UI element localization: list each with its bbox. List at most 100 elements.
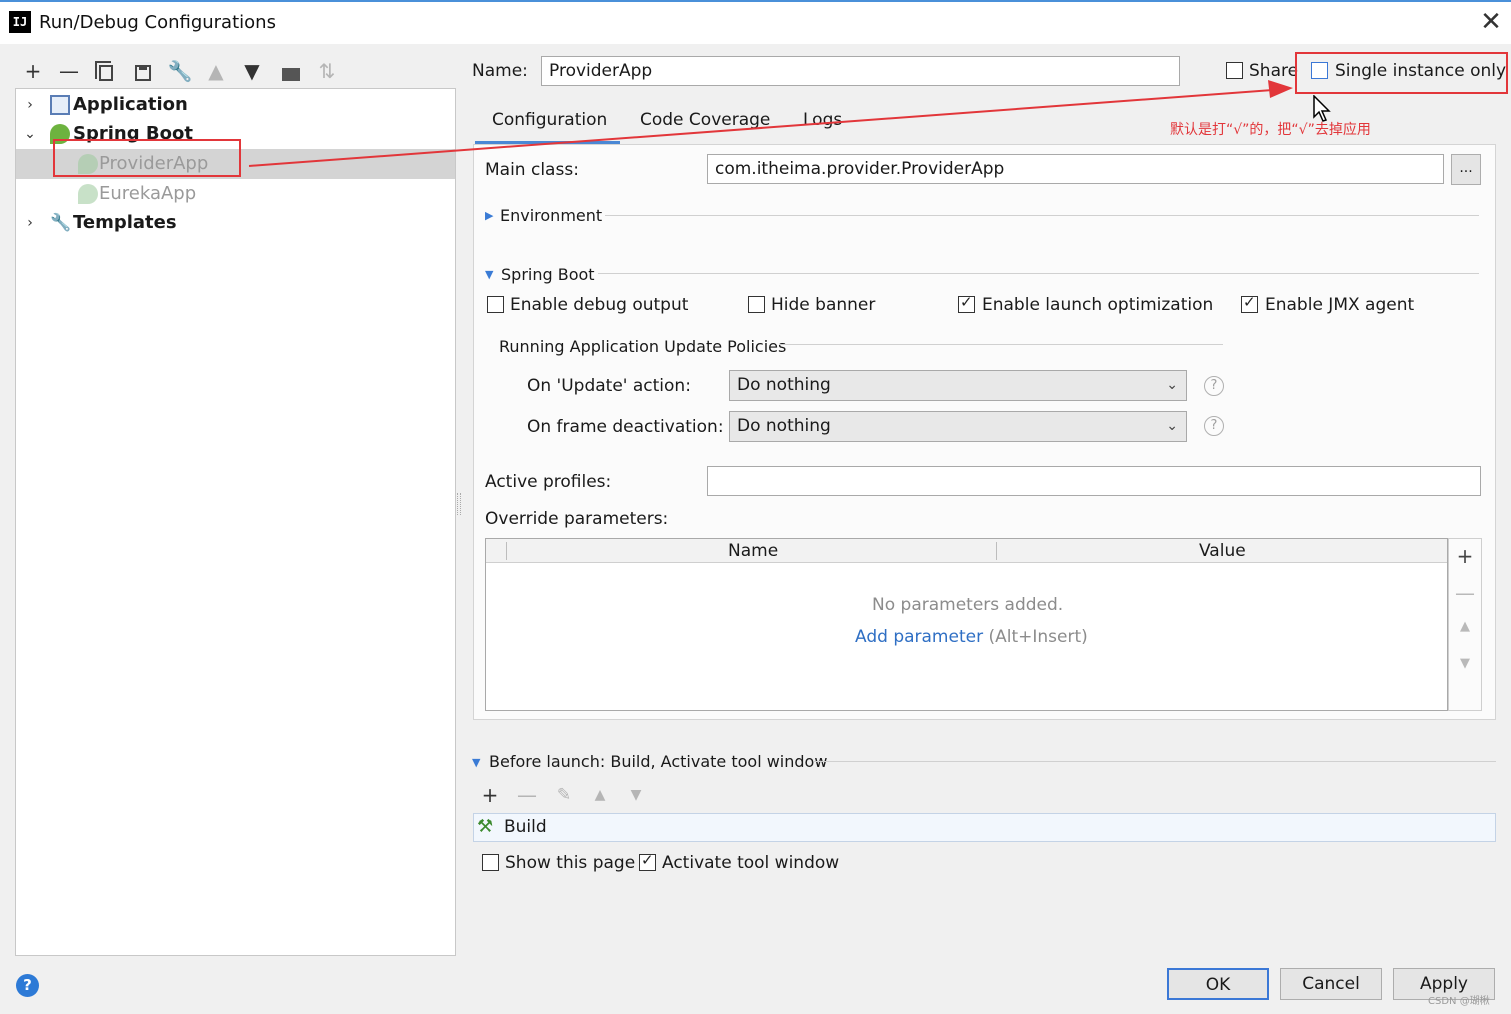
remove-icon[interactable]: — xyxy=(56,58,82,84)
single-instance-checkbox[interactable] xyxy=(1311,62,1328,79)
shortcut-hint: (Alt+Insert) xyxy=(988,627,1088,647)
update-action-value: Do nothing xyxy=(737,375,831,395)
divider xyxy=(814,761,1496,762)
show-this-page-checkbox[interactable] xyxy=(482,854,499,871)
tree-item-label: EurekaApp xyxy=(99,183,197,204)
frame-deactivation-value: Do nothing xyxy=(737,416,831,436)
single-instance-label: Single instance only xyxy=(1335,61,1507,81)
update-action-label: On 'Update' action: xyxy=(527,376,691,396)
enable-launch-optimization-checkbox[interactable] xyxy=(958,293,975,313)
spring-boot-section[interactable]: Spring Boot xyxy=(501,265,595,284)
tree-item-templates[interactable]: › 🔧 Templates xyxy=(16,208,455,238)
expand-down-icon[interactable]: ▼ xyxy=(485,268,493,281)
spring-app-icon xyxy=(78,184,98,204)
main-class-input[interactable]: com.itheima.provider.ProviderApp xyxy=(707,154,1444,184)
tab-configuration[interactable]: Configuration xyxy=(492,110,607,130)
enable-debug-output-label: Enable debug output xyxy=(510,295,689,315)
update-action-dropdown[interactable]: Do nothing ⌄ xyxy=(729,370,1187,401)
tab-code-coverage[interactable]: Code Coverage xyxy=(640,110,770,130)
tree-item-label: Application xyxy=(73,94,188,115)
move-down-icon[interactable]: ▼ xyxy=(239,58,265,84)
hammer-icon: ⚒ xyxy=(477,816,494,837)
watermark-text: CSDN @瑚楸 xyxy=(1428,996,1490,1007)
move-up-icon[interactable]: ▲ xyxy=(587,782,613,808)
task-label: Build xyxy=(504,817,547,837)
chevron-down-icon[interactable]: ⌄ xyxy=(22,119,38,149)
before-launch-section[interactable]: Before launch: Build, Activate tool wind… xyxy=(489,752,827,771)
expand-down-icon[interactable]: ▼ xyxy=(472,756,480,769)
share-checkbox[interactable] xyxy=(1226,62,1243,79)
override-parameters-table[interactable]: Name Value No parameters added. Add para… xyxy=(485,538,1448,711)
remove-task-icon[interactable]: — xyxy=(514,782,540,808)
cancel-button[interactable]: Cancel xyxy=(1280,968,1382,1000)
chevron-down-icon: ⌄ xyxy=(1166,418,1178,434)
override-parameters-label: Override parameters: xyxy=(485,509,669,529)
help-icon[interactable]: ? xyxy=(1204,416,1224,436)
activate-tool-window-checkbox[interactable] xyxy=(639,851,656,871)
add-row-icon[interactable]: + xyxy=(1455,544,1475,568)
add-task-icon[interactable]: + xyxy=(477,782,503,808)
frame-deactivation-dropdown[interactable]: Do nothing ⌄ xyxy=(729,411,1187,442)
tree-item-label: Templates xyxy=(73,212,177,233)
help-icon[interactable]: ? xyxy=(16,974,39,997)
window-title: Run/Debug Configurations xyxy=(39,12,276,33)
move-up-icon[interactable]: ▲ xyxy=(203,58,229,84)
active-profiles-input[interactable] xyxy=(707,466,1481,496)
wrench-icon: 🔧 xyxy=(50,213,72,233)
title-bar: IJ Run/Debug Configurations ✕ xyxy=(0,0,1511,44)
chevron-down-icon: ⌄ xyxy=(1166,377,1178,393)
table-header: Name Value xyxy=(486,539,1447,563)
main-class-label: Main class: xyxy=(485,160,579,180)
help-icon[interactable]: ? xyxy=(1204,376,1224,396)
add-icon[interactable]: + xyxy=(20,58,46,84)
remove-row-icon[interactable]: — xyxy=(1455,581,1475,605)
share-label: Share xyxy=(1249,61,1299,81)
edit-task-icon[interactable]: ✎ xyxy=(551,782,577,808)
name-label: Name: xyxy=(472,61,528,81)
divider xyxy=(598,273,1479,274)
configuration-tree[interactable]: › Application ⌄ Spring Boot ProviderApp … xyxy=(15,88,456,956)
frame-deactivation-label: On frame deactivation: xyxy=(527,417,724,437)
environment-section[interactable]: Environment xyxy=(500,206,602,225)
move-down-icon[interactable]: ▼ xyxy=(1455,656,1475,671)
expand-right-icon[interactable]: ▶ xyxy=(485,209,493,222)
annotation-highlight-box xyxy=(53,139,241,177)
tab-logs[interactable]: Logs xyxy=(803,110,842,130)
show-this-page-label: Show this page xyxy=(505,853,636,873)
active-profiles-label: Active profiles: xyxy=(485,472,612,492)
copy-icon[interactable] xyxy=(93,58,119,84)
enable-debug-output-checkbox[interactable] xyxy=(487,296,504,313)
hide-banner-checkbox[interactable] xyxy=(748,296,765,313)
activate-tool-window-label: Activate tool window xyxy=(662,853,840,873)
application-icon xyxy=(50,95,70,115)
update-policies-heading: Running Application Update Policies xyxy=(499,337,787,356)
chevron-right-icon[interactable]: › xyxy=(22,208,38,238)
sort-icon[interactable]: ⇅ xyxy=(314,58,340,84)
chevron-right-icon[interactable]: › xyxy=(22,90,38,120)
close-icon[interactable]: ✕ xyxy=(1478,8,1504,36)
hide-banner-label: Hide banner xyxy=(771,295,876,315)
folder-add-icon[interactable] xyxy=(278,58,304,84)
tree-item-eurekaapp[interactable]: EurekaApp xyxy=(16,179,455,209)
wrench-icon[interactable]: 🔧 xyxy=(167,58,193,84)
column-header-value[interactable]: Value xyxy=(1199,541,1246,561)
enable-jmx-agent-label: Enable JMX agent xyxy=(1265,295,1415,315)
enable-jmx-agent-checkbox[interactable] xyxy=(1241,293,1258,313)
enable-launch-optimization-label: Enable launch optimization xyxy=(982,295,1214,315)
tree-item-application[interactable]: › Application xyxy=(16,90,455,120)
name-input[interactable]: ProviderApp xyxy=(541,56,1180,86)
divider xyxy=(779,344,1223,345)
column-header-name[interactable]: Name xyxy=(728,541,778,561)
divider xyxy=(605,215,1479,216)
annotation-text: 默认是打“√”的，把“√”去掉应用 xyxy=(1170,122,1371,138)
browse-button[interactable]: ... xyxy=(1451,154,1481,185)
add-parameter-link[interactable]: Add parameter xyxy=(855,627,983,647)
splitter-handle[interactable] xyxy=(457,493,461,515)
save-icon[interactable] xyxy=(130,58,156,84)
move-down-icon[interactable]: ▼ xyxy=(623,782,649,808)
empty-table-message: No parameters added. xyxy=(872,595,1064,615)
ok-button[interactable]: OK xyxy=(1167,968,1269,1000)
before-launch-task-row[interactable]: ⚒ Build xyxy=(473,813,1496,842)
move-up-icon[interactable]: ▲ xyxy=(1455,619,1475,634)
table-side-toolbar: + — ▲ ▼ xyxy=(1448,538,1482,711)
